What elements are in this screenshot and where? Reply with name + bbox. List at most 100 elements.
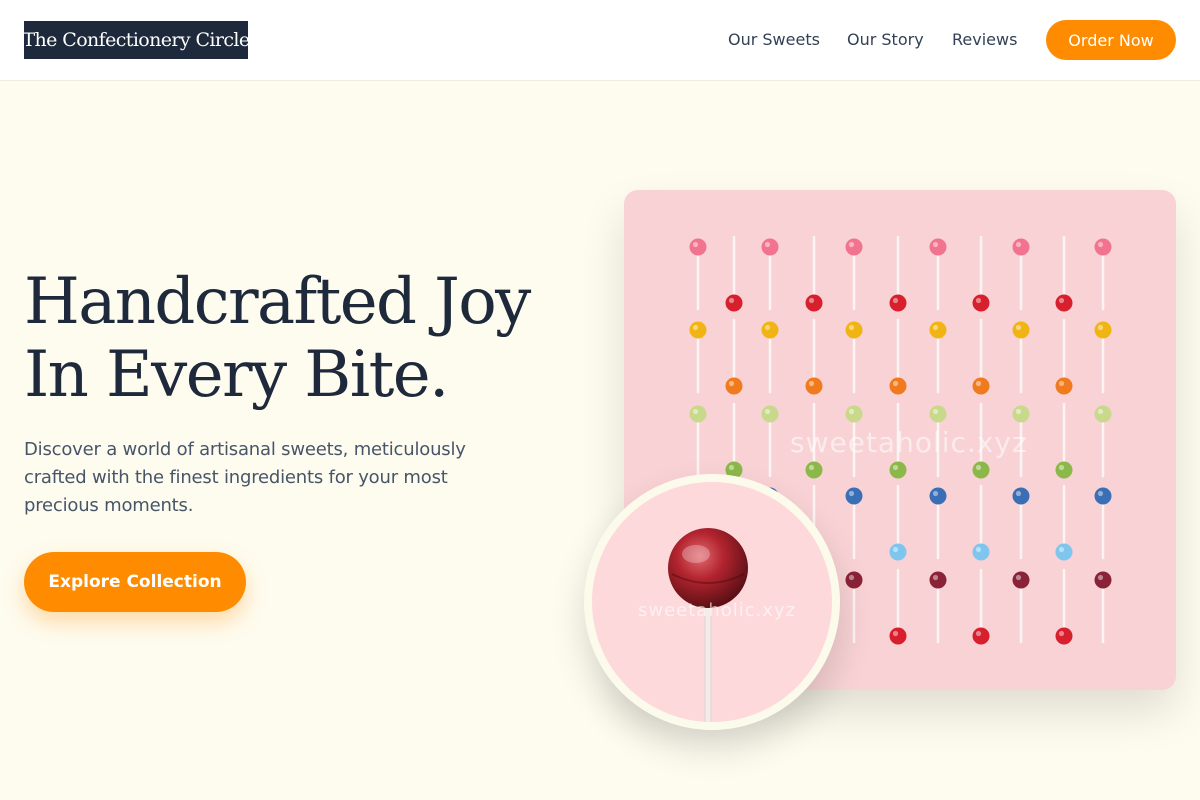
lollipop-shine xyxy=(975,380,982,387)
lollipop-head xyxy=(1055,377,1073,395)
lollipop-head xyxy=(805,461,823,479)
lollipop-shine xyxy=(892,380,899,387)
lollipop-head xyxy=(845,321,863,339)
lollipop-head xyxy=(1012,487,1030,505)
lollipop-shine xyxy=(1015,324,1022,331)
lollipop-shine xyxy=(692,408,699,415)
lollipop-head xyxy=(972,377,990,395)
lollipop-shine xyxy=(1097,324,1104,331)
lollipop-head xyxy=(725,294,743,312)
lollipop-head xyxy=(972,461,990,479)
lollipop-head xyxy=(1012,321,1030,339)
lollipop-head xyxy=(689,238,707,256)
nav-reviews[interactable]: Reviews xyxy=(952,30,1017,49)
site-logo[interactable]: The Confectionery Circle xyxy=(22,21,250,59)
lollipop-shine xyxy=(1015,490,1022,497)
lollipop-shine xyxy=(728,464,735,471)
lollipop-head xyxy=(845,571,863,589)
lollipop-head xyxy=(1094,487,1112,505)
lollipop-head xyxy=(889,377,907,395)
lollipop-head xyxy=(761,321,779,339)
lollipop-shine xyxy=(1097,408,1104,415)
lollipop-shine xyxy=(1097,241,1104,248)
lollipop-head xyxy=(972,627,990,645)
lollipop-head xyxy=(889,543,907,561)
lollipop-head xyxy=(889,294,907,312)
lollipop-shine xyxy=(848,490,855,497)
lollipop-shine xyxy=(808,380,815,387)
lollipop-shine xyxy=(975,630,982,637)
lollipop-shine xyxy=(848,324,855,331)
lollipop-shine xyxy=(1058,630,1065,637)
lollipop-shine xyxy=(728,297,735,304)
lollipop-head xyxy=(689,321,707,339)
lollipop-shine xyxy=(932,490,939,497)
candy-highlight xyxy=(682,545,710,563)
lollipop-shine xyxy=(692,241,699,248)
lollipop-shine xyxy=(692,324,699,331)
lollipop-head xyxy=(1012,238,1030,256)
site-header: The Confectionery Circle Our Sweets Our … xyxy=(0,0,1200,81)
headline-line-2: In Every Bite. xyxy=(24,338,449,412)
lollipop-shine xyxy=(1097,490,1104,497)
lollipop-head xyxy=(1012,571,1030,589)
lollipop-head xyxy=(1055,294,1073,312)
lollipop-head xyxy=(761,238,779,256)
lollipop-head xyxy=(845,238,863,256)
lollipop-shine xyxy=(728,380,735,387)
lollipop-head xyxy=(805,294,823,312)
lollipop-shine xyxy=(892,630,899,637)
lollipop-shine xyxy=(848,241,855,248)
lollipop-shine xyxy=(1058,380,1065,387)
lollipop-head xyxy=(761,405,779,423)
lollipop-shine xyxy=(1015,241,1022,248)
lollipop-shine xyxy=(975,297,982,304)
lollipop-shine xyxy=(848,408,855,415)
lollipop-head xyxy=(1094,571,1112,589)
lollipop-shine xyxy=(808,464,815,471)
lollipop-shine xyxy=(764,241,771,248)
order-now-button[interactable]: Order Now xyxy=(1046,20,1176,60)
lollipop-head xyxy=(845,487,863,505)
lollipop-shine xyxy=(1058,464,1065,471)
explore-collection-button[interactable]: Explore Collection xyxy=(24,552,246,612)
lollipop-head xyxy=(805,377,823,395)
lollipop-shine xyxy=(764,324,771,331)
lollipop-head xyxy=(1094,238,1112,256)
hero-headline: Handcrafted Joy In Every Bite. xyxy=(24,266,584,412)
lollipop-head xyxy=(929,405,947,423)
lollipop-head xyxy=(689,405,707,423)
lollipop-head xyxy=(1012,405,1030,423)
lollipop-shine xyxy=(1058,546,1065,553)
lollipop-shine xyxy=(1015,574,1022,581)
lollipop-closeup-image: sweetaholic.xyz xyxy=(584,474,840,730)
lollipop-shine xyxy=(892,546,899,553)
hero-subtext: Discover a world of artisanal sweets, me… xyxy=(24,439,466,516)
lollipop-shine xyxy=(892,297,899,304)
lollipop-head xyxy=(1094,321,1112,339)
lollipop-head xyxy=(889,461,907,479)
lollipop-head xyxy=(889,627,907,645)
lollipop-head xyxy=(972,543,990,561)
lollipop-head xyxy=(845,405,863,423)
lollipop-shine xyxy=(764,408,771,415)
nav-our-sweets[interactable]: Our Sweets xyxy=(728,30,820,49)
lollipop-shine xyxy=(932,574,939,581)
image-watermark: sweetaholic.xyz xyxy=(790,426,1028,459)
lollipop-shine xyxy=(975,546,982,553)
lollipop-shine xyxy=(932,241,939,248)
headline-line-1: Handcrafted Joy xyxy=(24,265,531,339)
lollipop-head xyxy=(972,294,990,312)
inset-watermark: sweetaholic.xyz xyxy=(638,600,797,621)
lollipop-shine xyxy=(848,574,855,581)
lollipop-head xyxy=(725,377,743,395)
lollipop-candy xyxy=(668,528,748,608)
lollipop-shine xyxy=(892,464,899,471)
lollipop-head xyxy=(929,238,947,256)
lollipop-shine xyxy=(932,324,939,331)
lollipop-shine xyxy=(932,408,939,415)
nav-our-story[interactable]: Our Story xyxy=(847,30,924,49)
lollipop-head xyxy=(1055,543,1073,561)
lollipop-head xyxy=(1094,405,1112,423)
lollipop-head xyxy=(929,321,947,339)
